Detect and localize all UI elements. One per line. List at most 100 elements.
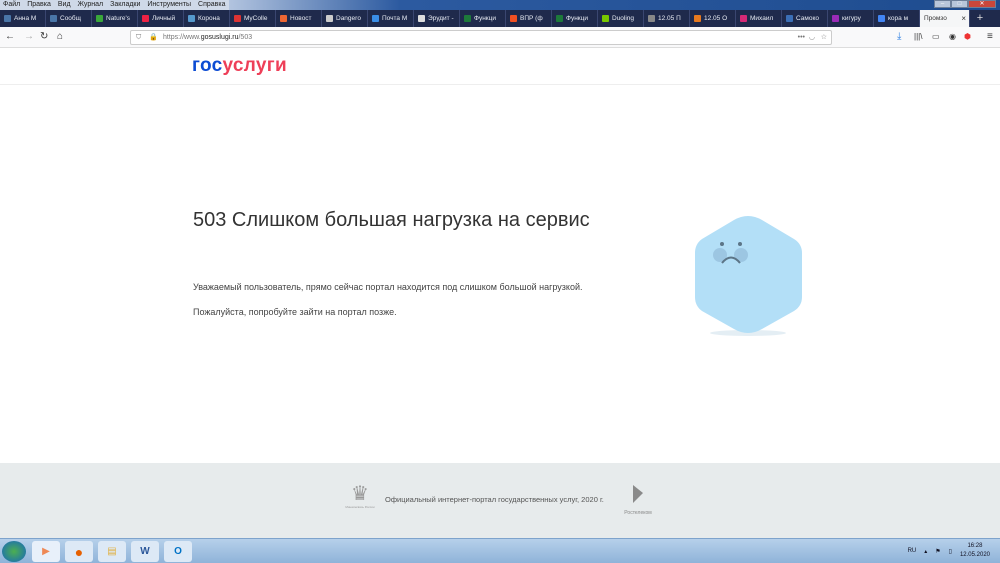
clock[interactable]: 16:28 12.05.2020	[960, 542, 990, 560]
firefox-icon[interactable]: ●	[65, 541, 93, 562]
favicon-icon	[96, 15, 103, 22]
shield-icon[interactable]: ⛉	[136, 31, 141, 44]
forward-button[interactable]: →	[24, 31, 34, 43]
error-message: Уважаемый пользователь, прямо сейчас пор…	[193, 282, 583, 292]
gosuslugi-logo[interactable]: госуслуги	[192, 55, 287, 77]
browser-tab[interactable]: Nature's	[92, 10, 138, 27]
download-icon[interactable]: ⤓	[897, 31, 901, 43]
site-header: госуслуги	[0, 48, 1000, 85]
browser-tab-active[interactable]: Промзо ×	[920, 10, 970, 27]
account-icon[interactable]: ◉	[949, 31, 956, 43]
tab-label: MyColle	[244, 15, 268, 22]
favicon-icon	[602, 15, 609, 22]
sidebar-icon[interactable]: ▭	[932, 31, 940, 43]
footer-text: Официальный интернет-портал государствен…	[385, 495, 604, 504]
maximize-button[interactable]: □	[951, 0, 968, 8]
rostelecom-logo: Ростелеком	[618, 483, 658, 516]
browser-tab[interactable]: Анна М	[0, 10, 46, 27]
outlook-icon[interactable]: O	[164, 541, 192, 562]
tab-bar: Анна М Сообщ Nature's Личный Корона MyColle Но…	[0, 10, 1000, 27]
menu-item[interactable]: Инструменты	[147, 0, 191, 10]
retry-message: Пожалуйста, попробуйте зайти на портал п…	[193, 307, 397, 317]
extension-icon[interactable]: ⬢	[964, 31, 971, 43]
eye	[738, 242, 742, 246]
language-indicator[interactable]: RU	[908, 548, 917, 554]
tab-label: Функци	[474, 15, 496, 22]
more-actions-icon[interactable]: •••	[798, 31, 805, 44]
tray-arrow-icon[interactable]: ▴	[924, 548, 927, 555]
favicon-icon	[4, 15, 11, 22]
favicon-icon	[234, 15, 241, 22]
tab-label: Сообщ	[60, 15, 81, 22]
tab-label: Личный	[152, 15, 176, 22]
logo-part2: услуги	[222, 55, 287, 76]
favicon-icon	[418, 15, 425, 22]
close-tab-icon[interactable]: ×	[961, 14, 966, 23]
home-icon[interactable]: ⌂	[57, 31, 63, 43]
menu-bar: Файл Правка Вид Журнал Закладки Инструменты Сп…	[0, 0, 1000, 10]
browser-tab[interactable]: Самоко	[782, 10, 828, 27]
browser-tab[interactable]: MyColle	[230, 10, 276, 27]
bookmark-star-icon[interactable]: ☆	[821, 31, 827, 44]
menu-item[interactable]: Справка	[198, 0, 225, 10]
browser-tab[interactable]: Почта М	[368, 10, 414, 27]
url-bar[interactable]: ⛉ 🔒 https://www.gosuslugi.ru/503 ••• ◡ ☆	[130, 30, 832, 45]
browser-tab[interactable]: Функци	[460, 10, 506, 27]
menu-icon[interactable]: ≡	[987, 31, 993, 43]
favicon-icon	[740, 15, 747, 22]
explorer-icon[interactable]: ▤	[98, 541, 126, 562]
minimize-button[interactable]: –	[934, 0, 951, 8]
favicon-icon	[694, 15, 701, 22]
flag-icon[interactable]: ⚑	[935, 548, 940, 555]
browser-tab[interactable]: Михаил	[736, 10, 782, 27]
favicon-icon	[50, 15, 57, 22]
browser-tab[interactable]: Dangero	[322, 10, 368, 27]
browser-tab[interactable]: 12.05 П	[644, 10, 690, 27]
browser-tab[interactable]: кора м	[874, 10, 920, 27]
hexagon-face	[695, 216, 802, 333]
browser-tab[interactable]: Сообщ	[46, 10, 92, 27]
close-window-button[interactable]: ✕	[968, 0, 996, 8]
menu-item[interactable]: Журнал	[78, 0, 104, 10]
logo-part1: гос	[192, 55, 223, 76]
navigation-bar: ← → ↻ ⌂ ⛉ 🔒 https://www.gosuslugi.ru/503…	[0, 27, 1000, 48]
tab-label: Почта М	[382, 15, 408, 22]
start-button[interactable]	[2, 541, 26, 562]
browser-tab[interactable]: кигуру	[828, 10, 874, 27]
menu-item[interactable]: Закладки	[110, 0, 140, 10]
network-icon[interactable]: ▯	[949, 548, 952, 555]
browser-tab[interactable]: Корона	[184, 10, 230, 27]
browser-tab[interactable]: ВПР (ф	[506, 10, 552, 27]
favicon-icon	[878, 15, 885, 22]
tab-label: кора м	[888, 15, 909, 22]
menu-item[interactable]: Правка	[27, 0, 51, 10]
browser-tab[interactable]: Личный	[138, 10, 184, 27]
eye	[720, 242, 724, 246]
pocket-icon[interactable]: ◡	[809, 31, 815, 44]
browser-tab[interactable]: Функци	[552, 10, 598, 27]
new-tab-button[interactable]: +	[970, 10, 990, 27]
back-button[interactable]: ←	[5, 31, 15, 43]
browser-tab[interactable]: Новост	[276, 10, 322, 27]
tab-label: ВПР (ф	[520, 15, 543, 22]
site-footer: ♛ Минкомсвязь России Официальный интерне…	[0, 463, 1000, 538]
favicon-icon	[326, 15, 333, 22]
browser-tab[interactable]: Duoling	[598, 10, 644, 27]
system-tray: RU ▴ ⚑ ▯ 16:28 12.05.2020	[908, 542, 990, 560]
sad-face-illustration	[695, 216, 802, 336]
url-prefix: https://www.	[163, 34, 201, 41]
lock-icon: 🔒	[149, 34, 158, 41]
menu-item[interactable]: Вид	[58, 0, 71, 10]
tab-label: Nature's	[106, 15, 131, 22]
favicon-icon	[142, 15, 149, 22]
reload-button[interactable]: ↻	[40, 31, 48, 43]
tab-label: Новост	[290, 15, 312, 22]
menu-item[interactable]: Файл	[3, 0, 20, 10]
browser-tab[interactable]: 12.05 О	[690, 10, 736, 27]
tab-label: кигуру	[842, 15, 861, 22]
word-icon[interactable]: W	[131, 541, 159, 562]
library-icon[interactable]: |||\	[914, 31, 922, 43]
browser-tab[interactable]: Эрудит -	[414, 10, 460, 27]
coat-of-arms-logo: ♛ Минкомсвязь России	[345, 483, 375, 509]
media-player-icon[interactable]: ▶	[32, 541, 60, 562]
